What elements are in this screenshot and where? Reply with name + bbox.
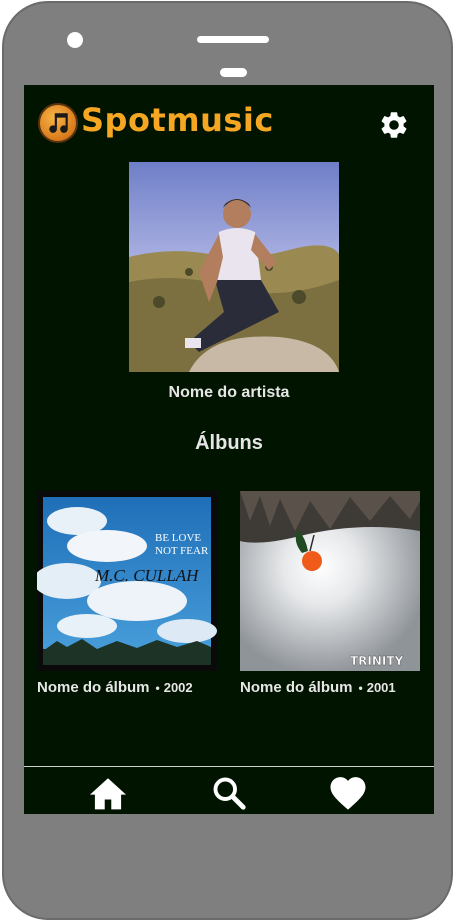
search-icon	[213, 777, 246, 810]
separator-dot: •	[358, 681, 363, 695]
album-title: Nome do álbum	[37, 679, 150, 696]
app-title: Spotmusic	[81, 101, 274, 139]
bottom-navigation	[24, 767, 434, 814]
album-cover[interactable]: TRINITY	[240, 491, 420, 671]
album-year: 2001	[366, 680, 396, 695]
home-icon	[90, 778, 126, 810]
album-cover-text: M.C. CULLAH	[94, 566, 200, 585]
settings-button[interactable]	[377, 108, 411, 142]
artist-name[interactable]: Nome do artista	[24, 384, 434, 402]
album-cover[interactable]: BE LOVE NOT FEAR M.C. CULLAH	[37, 491, 217, 671]
app-screen: Spotmusic Nome do artista Álbuns BE LOVE…	[24, 85, 434, 814]
artist-photo	[129, 162, 339, 372]
proximity-sensor	[220, 68, 247, 77]
album-title: Nome do álbum	[240, 679, 353, 696]
album-cover-text: TRINITY	[350, 654, 404, 668]
nav-search-button[interactable]	[209, 773, 249, 813]
album-item[interactable]: BE LOVE NOT FEAR M.C. CULLAH Nome do álb…	[37, 491, 217, 697]
heart-icon	[330, 777, 366, 810]
album-cover-text: NOT FEAR	[155, 545, 209, 557]
album-item[interactable]: TRINITY Nome do álbum • 2001	[240, 491, 420, 697]
earpiece-speaker	[197, 36, 269, 43]
album-cover-text: BE LOVE	[155, 532, 201, 544]
music-note-icon	[38, 103, 78, 143]
nav-home-button[interactable]	[88, 773, 128, 813]
separator-dot: •	[155, 681, 160, 695]
album-year: 2002	[163, 680, 193, 695]
albums-heading: Álbuns	[195, 432, 263, 454]
album-caption: Nome do álbum • 2001	[240, 679, 420, 697]
front-camera	[67, 32, 83, 48]
nav-favorites-button[interactable]	[328, 773, 368, 813]
album-caption: Nome do álbum • 2002	[37, 679, 217, 697]
gear-icon	[381, 112, 407, 138]
